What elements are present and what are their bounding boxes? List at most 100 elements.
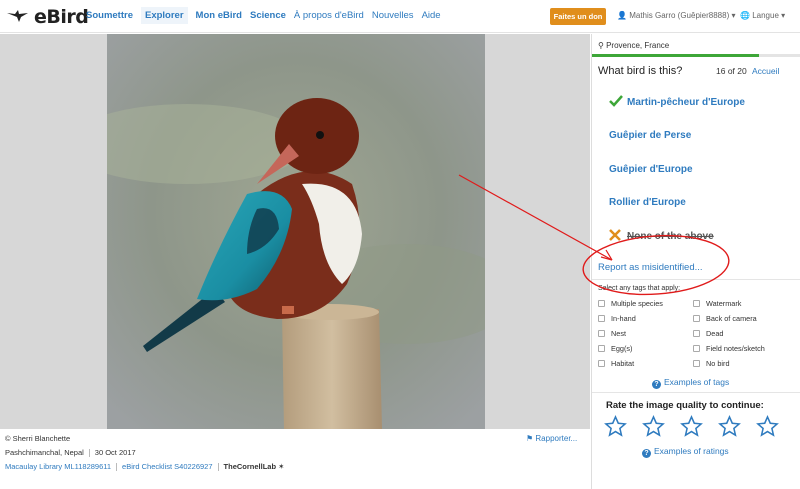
nav-explore[interactable]: Explorer (140, 7, 188, 24)
star-icon[interactable] (680, 415, 703, 438)
tag-checkbox[interactable]: Nest (598, 329, 626, 338)
globe-icon: 🌐 (740, 11, 750, 20)
checkbox[interactable] (598, 330, 605, 337)
nav-help[interactable]: Aide (422, 10, 441, 24)
nav-my-ebird[interactable]: Mon eBird (196, 10, 242, 24)
help-icon: ? (652, 380, 661, 389)
photo-meta: Pashchimanchal, Nepal 30 Oct 2017 (5, 448, 284, 458)
examples-of-tags-label: Examples of tags (664, 377, 730, 387)
cross-icon (609, 228, 627, 244)
nav-submit[interactable]: Soumettre (86, 10, 133, 24)
report-misidentified-link[interactable]: Report as misidentified... (598, 262, 703, 273)
flag-icon: ⚑ (526, 434, 534, 443)
ebird-logo-icon[interactable] (6, 9, 30, 23)
image-viewer (0, 34, 590, 429)
examples-of-ratings-label: Examples of ratings (654, 446, 729, 456)
quiz-location[interactable]: ⚲ Provence, France (598, 41, 669, 50)
star-rating (604, 415, 779, 438)
macaulay-link[interactable]: Macaulay Library ML118289611 (5, 462, 111, 471)
answer-option-none[interactable]: None of the above (592, 220, 800, 254)
checklist-link[interactable]: eBird Checklist S40226927 (122, 462, 212, 471)
cornell-logo[interactable]: TheCornellLab (224, 462, 277, 471)
map-pin-icon: ⚲ (598, 41, 604, 50)
checkbox[interactable] (693, 315, 700, 322)
answer-option[interactable]: Rollier d'Europe (592, 187, 800, 220)
checkbox[interactable] (693, 330, 700, 337)
main-nav: Soumettre Explorer Mon eBird Science À p… (86, 7, 449, 24)
answer-label: Guêpier d'Europe (609, 163, 693, 175)
examples-of-ratings-link[interactable]: ? Examples of ratings (642, 446, 729, 458)
report-link[interactable]: ⚑ Rapporter... (526, 434, 577, 443)
home-link[interactable]: Accueil (752, 66, 779, 76)
tag-label: In-hand (611, 314, 636, 323)
cornell-bird-icon: ✶ (278, 462, 285, 472)
report-label: Rapporter... (535, 434, 578, 443)
top-bar: eBird Soumettre Explorer Mon eBird Scien… (0, 0, 800, 33)
language-label: Langue (752, 11, 779, 20)
checkbox[interactable] (598, 315, 605, 322)
answer-option[interactable]: Guêpier de Perse (592, 120, 800, 153)
user-menu[interactable]: 👤 Mathis Garro (Guêpier8888) ▾ (617, 11, 736, 20)
tag-checkbox[interactable]: Dead (693, 329, 723, 338)
answer-list: Martin-pêcheur d'Europe Guêpier de Perse… (592, 86, 800, 254)
quiz-question: What bird is this? (598, 65, 683, 77)
bird-photo (107, 34, 485, 429)
photo-location: Pashchimanchal, Nepal (5, 448, 84, 457)
tag-label: Field notes/sketch (706, 344, 765, 353)
tag-label: Habitat (611, 359, 635, 368)
tags-title: Select any tags that apply: (598, 285, 681, 292)
nav-news[interactable]: Nouvelles (372, 10, 414, 24)
answer-option[interactable]: Guêpier d'Europe (592, 153, 800, 187)
tag-checkbox[interactable]: Field notes/sketch (693, 344, 765, 353)
nav-science[interactable]: Science (250, 10, 286, 24)
ebird-logo-text[interactable]: eBird (34, 6, 89, 28)
help-icon: ? (642, 449, 651, 458)
language-menu[interactable]: 🌐 Langue ▾ (740, 11, 785, 20)
photo-date: 30 Oct 2017 (94, 448, 136, 457)
photo-links: Macaulay Library ML118289611 eBird Checkl… (5, 462, 285, 472)
tag-checkbox[interactable]: Egg(s) (598, 344, 633, 353)
progress-bar (592, 54, 800, 57)
quiz-counter: 16 of 20 (716, 66, 747, 76)
checkbox[interactable] (693, 345, 700, 352)
answer-option[interactable]: Martin-pêcheur d'Europe (592, 86, 800, 120)
quiz-location-label: Provence, France (606, 41, 670, 50)
photo-caption: © Sherri Blanchette Pashchimanchal, Nepa… (5, 434, 284, 476)
checkbox[interactable] (598, 300, 605, 307)
tag-label: Multiple species (611, 299, 663, 308)
tag-checkbox[interactable]: Multiple species (598, 299, 663, 308)
photo-credit: © Sherri Blanchette (5, 434, 71, 443)
tag-checkbox[interactable]: Watermark (693, 299, 741, 308)
user-name: Mathis Garro (Guêpier8888) (629, 11, 730, 20)
star-icon[interactable] (756, 415, 779, 438)
nav-about[interactable]: À propos d'eBird (294, 10, 364, 24)
divider (592, 279, 800, 280)
checkbox[interactable] (693, 360, 700, 367)
tag-checkbox[interactable]: Habitat (598, 359, 634, 368)
answer-label: Guêpier de Perse (609, 130, 692, 142)
star-icon[interactable] (604, 415, 627, 438)
examples-of-tags-link[interactable]: ? Examples of tags (652, 377, 729, 389)
star-icon[interactable] (718, 415, 741, 438)
tag-label: Nest (611, 329, 627, 338)
rate-title: Rate the image quality to continue: (606, 400, 764, 411)
answer-label: None of the above (627, 230, 714, 242)
checkbox[interactable] (598, 360, 605, 367)
tag-label: Egg(s) (611, 344, 633, 353)
tag-checkbox[interactable]: In-hand (598, 314, 636, 323)
checkbox[interactable] (693, 300, 700, 307)
answer-label: Martin-pêcheur d'Europe (627, 96, 745, 108)
answer-label: Rollier d'Europe (609, 197, 686, 209)
checkbox[interactable] (598, 345, 605, 352)
tag-checkbox[interactable]: Back of camera (693, 314, 757, 323)
tag-label: Watermark (706, 299, 742, 308)
donate-button[interactable]: Faites un don (550, 8, 606, 25)
star-icon[interactable] (642, 415, 665, 438)
progress-fill (592, 54, 760, 57)
chevron-down-icon: ▾ (781, 11, 786, 20)
tag-checkbox[interactable]: No bird (693, 359, 730, 368)
tag-label: No bird (706, 359, 730, 368)
divider (592, 392, 800, 393)
chevron-down-icon: ▾ (731, 11, 736, 20)
tag-label: Back of camera (706, 314, 757, 323)
